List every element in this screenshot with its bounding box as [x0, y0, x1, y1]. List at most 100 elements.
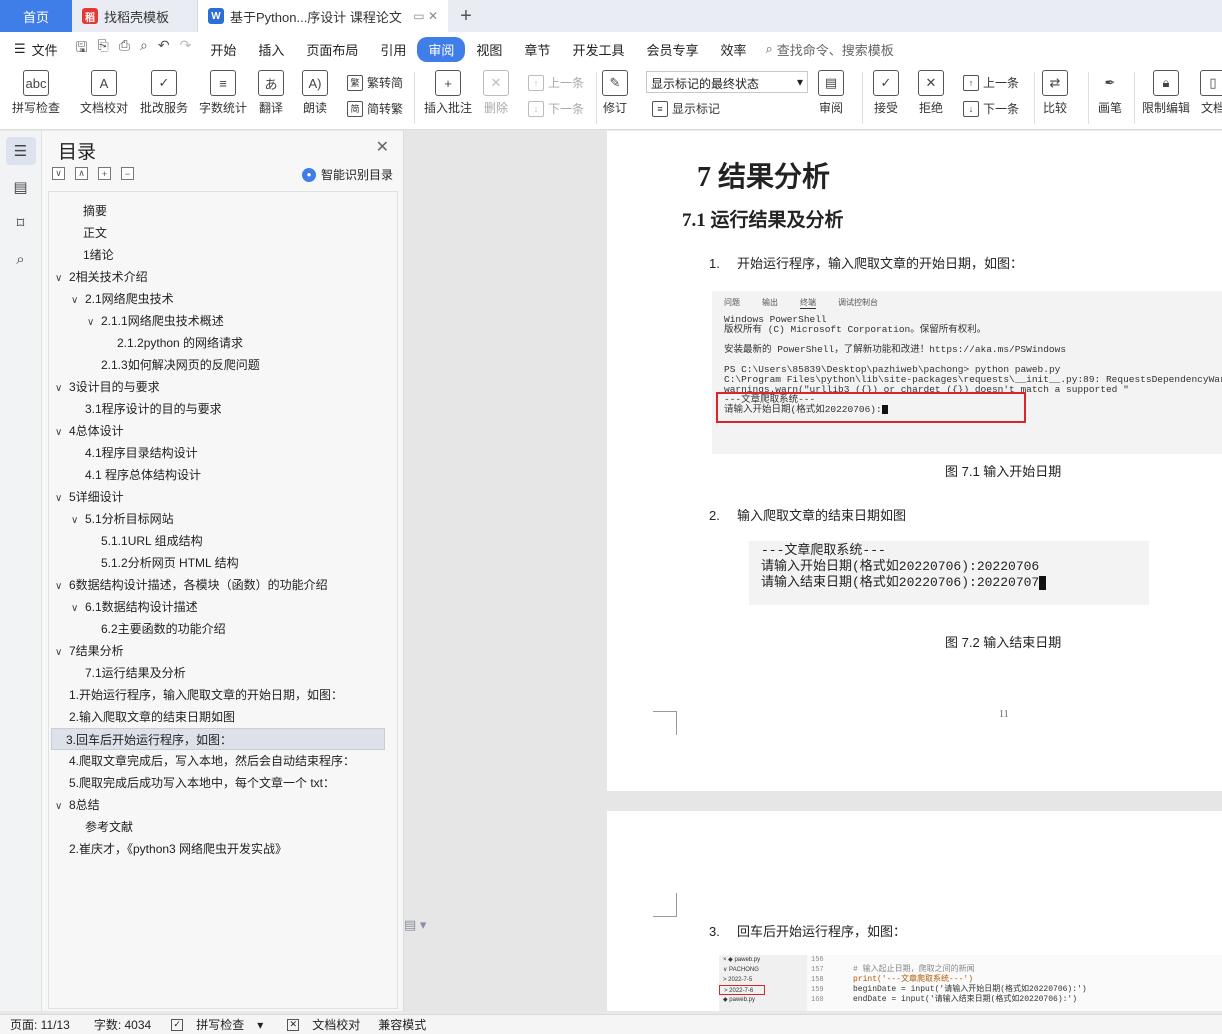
doc-proof-button[interactable]: A 文档校对 [80, 70, 128, 116]
toc-item[interactable]: ∨ 4总体设计 [55, 420, 124, 442]
document-canvas[interactable]: 7 结果分析 7.1 运行结果及分析 1. 开始运行程序，输入爬取文章的开始日期，… [404, 131, 1222, 1011]
toc-item[interactable]: ∨ 5.1分析目标网站 [71, 508, 174, 530]
add-heading-icon[interactable]: + [98, 167, 111, 180]
menu-item-1[interactable]: 插入 [247, 37, 295, 62]
export-pdf-icon[interactable]: ⎘ [98, 37, 109, 61]
spell-check-button[interactable]: abc 拼写检查 [12, 70, 60, 116]
menu-item-5[interactable]: 视图 [465, 37, 513, 62]
delete-comment-button[interactable]: ✕ 删除 [483, 70, 509, 116]
toc-item[interactable]: ∨ 5详细设计 [55, 486, 124, 508]
menu-item-9[interactable]: 效率 [709, 37, 757, 62]
smart-toc-button[interactable]: ● 智能识别目录 [301, 166, 393, 183]
toc-item[interactable]: 2.1.3如何解决网页的反爬问题 [87, 354, 260, 376]
page-options-icon[interactable]: ▤ ▾ [404, 917, 426, 933]
word-count-label: 字数统计 [199, 101, 248, 115]
menu-item-3[interactable]: 引用 [369, 37, 417, 62]
reject-button[interactable]: ✕ 拒绝 [918, 70, 944, 116]
toc-item[interactable]: ∨ 6.1数据结构设计描述 [71, 596, 198, 618]
toc-item[interactable]: ∨ 8总结 [55, 794, 100, 816]
tab-template[interactable]: 稻 找稻壳模板 [72, 0, 198, 32]
close-icon[interactable]: ✕ [376, 137, 389, 157]
insert-comment-button[interactable]: + 插入批注 [424, 70, 472, 116]
toc-item[interactable]: ∨ 2.1网络爬虫技术 [71, 288, 174, 310]
next-change-button[interactable]: ↓ 下一条 [963, 100, 1019, 117]
pen-button[interactable]: ✒ 画笔 [1097, 70, 1123, 116]
to-traditional-button[interactable]: 繁 繁转简 [347, 74, 403, 91]
file-menu[interactable]: ☰ 文件 [0, 40, 68, 59]
prev-comment-button[interactable]: ↑ 上一条 [528, 74, 584, 91]
markup-state-select[interactable]: 显示标记的最终状态 ▾ [646, 71, 808, 93]
toc-item[interactable]: 5.爬取完成后成功写入本地中，每个文章一个 txt： [55, 772, 335, 794]
spell-check-toggle[interactable]: ✓ 拼写检查 ▾ [161, 1016, 263, 1033]
save-icon[interactable]: 🖫 [76, 37, 88, 61]
toc-item[interactable]: 3.1程序设计的目的与要求 [71, 398, 222, 420]
toc-item[interactable]: 4.爬取文章完成后，写入本地，然后会自动结束程序： [55, 750, 355, 772]
menu-item-2[interactable]: 页面布局 [295, 37, 369, 62]
toc-item[interactable]: 6.2主要函数的功能介绍 [87, 618, 226, 640]
toc-item[interactable]: 5.1.2分析网页 HTML 结构 [87, 552, 239, 574]
undo-icon[interactable]: ↶ [158, 37, 170, 61]
toc-item[interactable]: 参考文献 [71, 816, 133, 838]
to-simplified-button[interactable]: 简 简转繁 [347, 100, 403, 117]
chapter-nav-icon[interactable]: ▤ [6, 173, 36, 201]
command-search[interactable]: ⌕ 查找命令、搜索模板 [765, 40, 893, 59]
toc-item[interactable]: 4.1程序目录结构设计 [71, 442, 198, 464]
bookmark-icon[interactable]: ⌑ [6, 209, 36, 237]
remove-heading-icon[interactable]: − [121, 167, 134, 180]
toc-item[interactable]: 2.1.2python 的网络请求 [103, 332, 243, 354]
menu-item-6[interactable]: 章节 [513, 37, 561, 62]
word-count-button[interactable]: ≡ 字数统计 [199, 70, 247, 116]
collapse-all-icon[interactable]: ∧ [75, 167, 88, 180]
track-changes-button[interactable]: ✎ 修订 [602, 70, 628, 116]
toc-item[interactable]: 2.输入爬取文章的结束日期如图 [55, 706, 235, 728]
print-icon[interactable]: ⎙ [119, 37, 130, 61]
toc-item[interactable]: ∨ 3设计目的与要求 [55, 376, 160, 398]
search-icon[interactable]: ⌕ [6, 245, 36, 273]
menu-item-review[interactable]: 审阅 [417, 36, 466, 62]
toc-item[interactable]: ∨ 6数据结构设计描述，各模块（函数）的功能介绍 [55, 574, 328, 596]
tab-window-icon[interactable]: ▭ ✕ [413, 9, 438, 23]
translate-button[interactable]: あ 翻译 [258, 70, 284, 116]
menu-item-8[interactable]: 会员专享 [635, 37, 709, 62]
tab-home[interactable]: 首页 [0, 0, 72, 32]
prev-change-button[interactable]: ↑ 上一条 [963, 74, 1019, 91]
restrict-edit-button[interactable]: 🔒︎ 限制编辑 [1142, 70, 1190, 116]
redo-icon[interactable]: ↷ [180, 37, 192, 61]
read-aloud-button[interactable]: A) 朗读 [302, 70, 328, 116]
toc-item[interactable]: ∨ 2相关技术介绍 [55, 266, 148, 288]
toc-item[interactable]: ∨ 2.1.1网络爬虫技术概述 [87, 310, 224, 332]
review-pane-button[interactable]: ▤ 审阅 [818, 70, 844, 116]
menu-item-7[interactable]: 开发工具 [561, 37, 635, 62]
document-page[interactable]: 3. 回车后开始运行程序，如图： × ◆ paweb.py ∨ PACHONG >… [607, 811, 1222, 1011]
code-line: beginDate = input('请输入开始日期(格式如20220706):… [853, 985, 1087, 994]
heading-1: 7 结果分析 [697, 162, 831, 193]
next-comment-button[interactable]: ↓ 下一条 [528, 100, 584, 117]
toc-item[interactable]: 7.1运行结果及分析 [71, 662, 186, 684]
batch-revise-button[interactable]: ✓ 批改服务 [140, 70, 188, 116]
toc-item[interactable]: 1绪论 [69, 244, 114, 266]
compare-button[interactable]: ⇄ 比较 [1042, 70, 1068, 116]
toc-item[interactable]: ∨ 7结果分析 [55, 640, 124, 662]
document-page[interactable]: 7 结果分析 7.1 运行结果及分析 1. 开始运行程序，输入爬取文章的开始日期，… [607, 131, 1222, 791]
toc-item[interactable]: 正文 [69, 222, 107, 244]
explorer-item: > 2022-7-5 [723, 977, 753, 983]
menu-item-0[interactable]: 开始 [199, 37, 247, 62]
print-preview-icon[interactable]: ⌕ [140, 37, 148, 61]
expand-all-icon[interactable]: ∨ [52, 167, 65, 180]
doc-proof-toggle[interactable]: ✕ 文档校对 [277, 1016, 360, 1033]
accept-button[interactable]: ✓ 接受 [873, 70, 899, 116]
toc-pane-icon[interactable]: ☰ [5, 137, 36, 165]
toc-item-selected[interactable]: 3.回车后开始运行程序，如图： [51, 728, 385, 750]
show-markup-button[interactable]: ≡ 显示标记 [652, 100, 720, 117]
page-indicator[interactable]: 页面: 11/13 [10, 1016, 70, 1033]
word-count[interactable]: 字数: 4034 [94, 1016, 151, 1033]
toc-item[interactable]: 5.1.1URL 组成结构 [87, 530, 203, 552]
delete-comment-label: 删除 [483, 101, 508, 115]
toc-item[interactable]: 2.崔庆才，《python3 网络爬虫开发实战》 [55, 838, 287, 860]
doc-rights-button[interactable]: ▯ 文档 [1200, 70, 1222, 116]
toc-item[interactable]: 摘要 [69, 200, 107, 222]
new-tab-button[interactable]: + [448, 0, 484, 32]
toc-item[interactable]: 1.开始运行程序，输入爬取文章的开始日期，如图： [55, 684, 343, 706]
toc-item[interactable]: 4.1 程序总体结构设计 [71, 464, 201, 486]
tab-document[interactable]: W 基于Python...序设计 课程论文 ▭ ✕ [198, 0, 448, 32]
